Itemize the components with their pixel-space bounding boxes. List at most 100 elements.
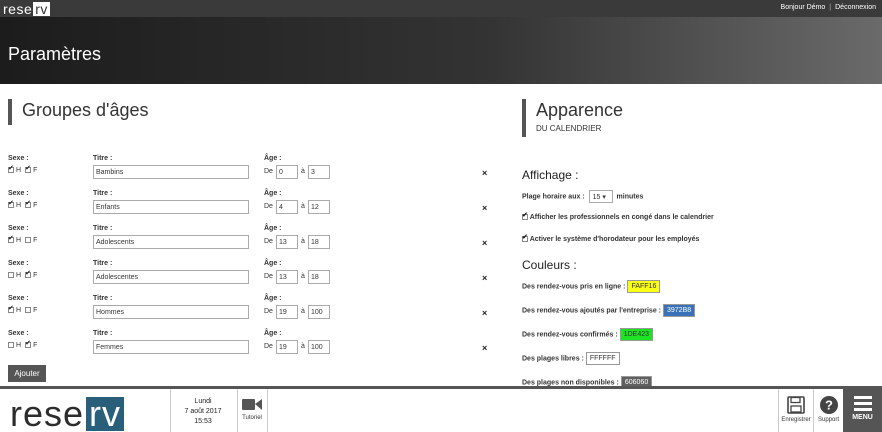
male-label: H (16, 167, 22, 174)
age-to-input[interactable]: 18 (308, 235, 330, 249)
sex-checkboxes: HF (8, 164, 37, 174)
delete-icon[interactable]: × (482, 238, 487, 248)
title-label: Titre : (93, 155, 113, 162)
female-checkbox[interactable] (25, 269, 32, 279)
age-from-label: De (264, 168, 273, 175)
save-button[interactable]: Enregistrer (779, 395, 813, 423)
female-checkbox[interactable] (25, 199, 32, 209)
age-label: Âge : (264, 225, 282, 232)
sex-label: Sexe : (8, 225, 29, 232)
top-logo-text: rese (3, 0, 33, 17)
male-checkbox[interactable] (8, 342, 14, 349)
age-label: Âge : (264, 260, 282, 267)
age-to-label: à (301, 168, 305, 175)
timeclock-checkbox[interactable] (522, 233, 528, 243)
age-from-input[interactable]: 0 (276, 165, 298, 179)
age-group-row: Sexe :HFTitre :AdolescentesÂge :De13à18× (8, 260, 493, 290)
delete-icon[interactable]: × (482, 343, 487, 353)
female-checkbox[interactable] (25, 237, 32, 244)
time-slot-label: Plage horaire aux : (522, 193, 585, 201)
color-value-input[interactable]: FAFF16 (627, 280, 661, 293)
top-logo[interactable]: rese rv (3, 0, 50, 17)
age-to-input[interactable]: 3 (308, 165, 330, 179)
age-to-input[interactable]: 18 (308, 270, 330, 284)
delete-icon[interactable]: × (482, 273, 487, 283)
color-value-input[interactable]: 3972B8 (663, 304, 696, 317)
color-value-input[interactable]: 1DE423 (619, 328, 653, 341)
title-label: Titre : (93, 260, 113, 267)
age-from-input[interactable]: 13 (276, 235, 298, 249)
footer-divider (267, 389, 268, 432)
female-checkbox[interactable] (25, 307, 32, 314)
color-value-input[interactable]: FFFFFF (585, 352, 620, 365)
group-title-input[interactable]: Enfants (93, 200, 249, 214)
female-checkbox[interactable] (25, 339, 32, 349)
color-label: Des plages libres : (522, 355, 584, 363)
tutorial-label: Tutoriel (242, 415, 262, 421)
age-from-input[interactable]: 4 (276, 200, 298, 214)
appearance-title: Apparence (536, 100, 624, 120)
age-to-label: à (301, 273, 305, 280)
time-slot-value: 15 (592, 194, 601, 201)
add-age-group-button[interactable]: Ajouter (8, 365, 46, 382)
show-leave-checkbox[interactable] (522, 211, 528, 221)
title-label: Titre : (93, 225, 113, 232)
female-label: F (33, 272, 38, 279)
help-circle-icon: ? (819, 396, 838, 414)
delete-icon[interactable]: × (482, 203, 487, 213)
age-to-input[interactable]: 100 (308, 340, 330, 354)
time-slot-row: Plage horaire aux : 15 ▾ minutes (522, 190, 643, 203)
female-checkbox[interactable] (25, 164, 32, 174)
timeclock-label: Activer le système d'horodateur pour les… (529, 236, 700, 243)
svg-text:?: ? (825, 398, 833, 413)
group-title-input[interactable]: Bambins (93, 165, 249, 179)
color-label: Des rendez-vous confirmés : (522, 331, 618, 339)
sex-label: Sexe : (8, 190, 29, 197)
sex-label: Sexe : (8, 295, 29, 302)
support-button[interactable]: ? Support (814, 395, 843, 423)
age-from-input[interactable]: 13 (276, 270, 298, 284)
delete-icon[interactable]: × (482, 168, 487, 178)
age-group-row: Sexe :HFTitre :HommesÂge :De19à100× (8, 295, 493, 325)
age-groups-heading: Groupes d'âges (8, 99, 149, 125)
group-title-input[interactable]: Adolescents (93, 235, 249, 249)
color-label: Des rendez-vous pris en ligne : (522, 283, 626, 291)
sex-checkboxes: HF (8, 234, 37, 244)
male-checkbox[interactable] (8, 304, 14, 314)
sex-label: Sexe : (8, 330, 29, 337)
support-label: Support (817, 417, 839, 423)
age-from-input[interactable]: 19 (276, 340, 298, 354)
menu-button[interactable]: MENU (843, 389, 882, 432)
tutorial-button[interactable]: Tutoriel (238, 395, 266, 421)
age-to-input[interactable]: 12 (308, 200, 330, 214)
footer-logo-accent: rv (86, 396, 125, 432)
color-row: Des rendez-vous pris en ligne : FAFF16 (522, 280, 661, 293)
age-from-label: De (264, 273, 273, 280)
footer-logo-text: rese (10, 393, 85, 432)
male-checkbox[interactable] (8, 199, 14, 209)
group-title-input[interactable]: Hommes (93, 305, 249, 319)
age-to-input[interactable]: 100 (308, 305, 330, 319)
male-checkbox[interactable] (8, 272, 14, 279)
sex-checkboxes: HF (8, 304, 38, 314)
page-header: Paramètres (0, 17, 882, 84)
greeting-link[interactable]: Bonjour Démo (781, 4, 826, 11)
sex-label: Sexe : (8, 260, 29, 267)
footer-logo[interactable]: rese rv (10, 393, 125, 432)
time-slot-select[interactable]: 15 ▾ (588, 190, 613, 203)
top-bar: rese rv Bonjour Démo | Déconnexion (0, 0, 882, 17)
group-title-input[interactable]: Adolescentes (93, 270, 249, 284)
sex-label: Sexe : (8, 155, 29, 162)
male-checkbox[interactable] (8, 234, 14, 244)
time-slot-unit: minutes (616, 193, 644, 201)
age-to-label: à (301, 238, 305, 245)
menu-label: MENU (852, 414, 873, 421)
female-label: F (33, 307, 38, 314)
age-group-row: Sexe :HFTitre :AdolescentsÂge :De13à18× (8, 225, 493, 255)
logout-link[interactable]: Déconnexion (835, 4, 876, 11)
age-from-input[interactable]: 19 (276, 305, 298, 319)
group-title-input[interactable]: Femmes (93, 340, 249, 354)
age-to-label: à (301, 203, 305, 210)
delete-icon[interactable]: × (482, 308, 487, 318)
male-checkbox[interactable] (8, 164, 14, 174)
